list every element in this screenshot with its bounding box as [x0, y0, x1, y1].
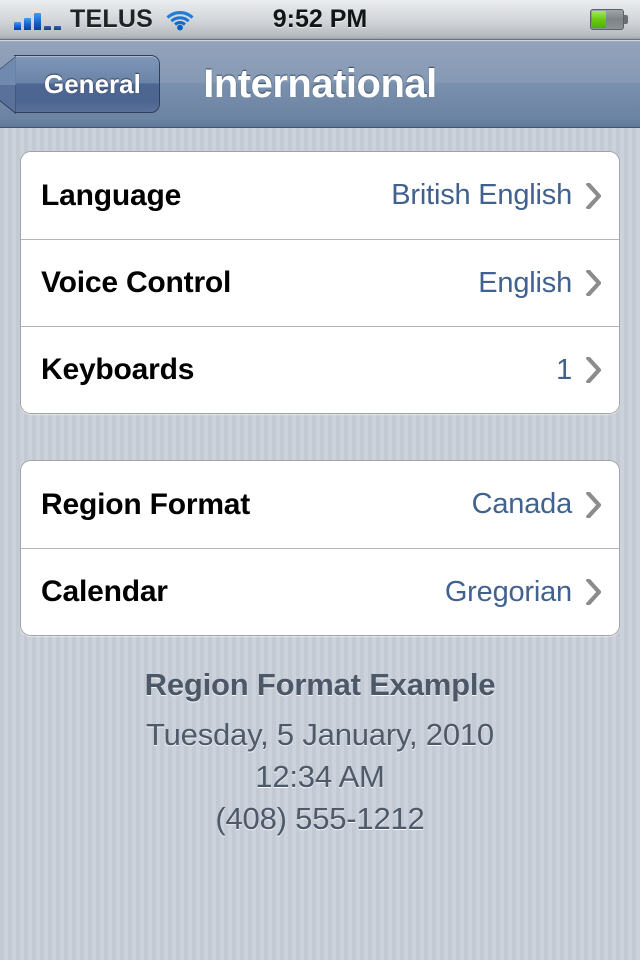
- settings-row-voice-control[interactable]: Voice Control English: [21, 239, 619, 326]
- navigation-bar: General International: [0, 40, 640, 128]
- row-value: Gregorian: [444, 575, 572, 608]
- footer-line-time: 12:34 AM: [255, 759, 385, 795]
- row-value: Canada: [471, 488, 573, 520]
- disclosure-chevron-icon: [586, 491, 601, 518]
- disclosure-chevron-icon: [586, 270, 601, 296]
- settings-group-region: Region Format Canada Calendar Gregorian: [20, 460, 620, 636]
- battery-icon: [590, 9, 630, 30]
- settings-row-keyboards[interactable]: Keyboards 1: [21, 326, 619, 413]
- footer-title: Region Format Example: [144, 667, 496, 702]
- back-button-general[interactable]: General: [0, 54, 160, 114]
- settings-row-language[interactable]: Language British English: [21, 152, 619, 239]
- settings-group-language: Language British English Voice Control E…: [20, 151, 620, 414]
- status-bar: TELUS 9:52 PM: [0, 0, 640, 40]
- wifi-icon: [166, 10, 194, 30]
- region-format-example-footer: Region Format Example Tuesday, 5 January…: [0, 666, 640, 840]
- signal-bars-icon: [14, 10, 61, 30]
- settings-row-calendar[interactable]: Calendar Gregorian: [21, 548, 619, 635]
- row-label: Language: [41, 178, 182, 212]
- settings-row-region-format[interactable]: Region Format Canada: [21, 461, 619, 548]
- disclosure-chevron-icon: [586, 357, 601, 383]
- footer-line-phone: (408) 555-1212: [215, 801, 425, 837]
- row-label: Voice Control: [41, 266, 232, 299]
- back-button-label: General: [44, 68, 141, 99]
- footer-line-date: Tuesday, 5 January, 2010: [146, 716, 494, 752]
- settings-content: Language British English Voice Control E…: [0, 128, 640, 840]
- row-label: Keyboards: [41, 353, 195, 386]
- back-chevron-icon: [0, 55, 16, 114]
- row-value: 1: [556, 353, 572, 386]
- row-value: English: [478, 266, 572, 299]
- footer-lines: Tuesday, 5 January, 2010 12:34 AM (408) …: [30, 715, 610, 840]
- disclosure-chevron-icon: [586, 182, 601, 209]
- iphone-settings-screen: TELUS 9:52 PM General International Lang…: [0, 0, 640, 960]
- row-label: Calendar: [41, 575, 168, 608]
- row-value: British English: [391, 179, 572, 211]
- carrier-name: TELUS: [70, 5, 153, 33]
- row-label: Region Format: [41, 487, 251, 521]
- disclosure-chevron-icon: [586, 579, 601, 605]
